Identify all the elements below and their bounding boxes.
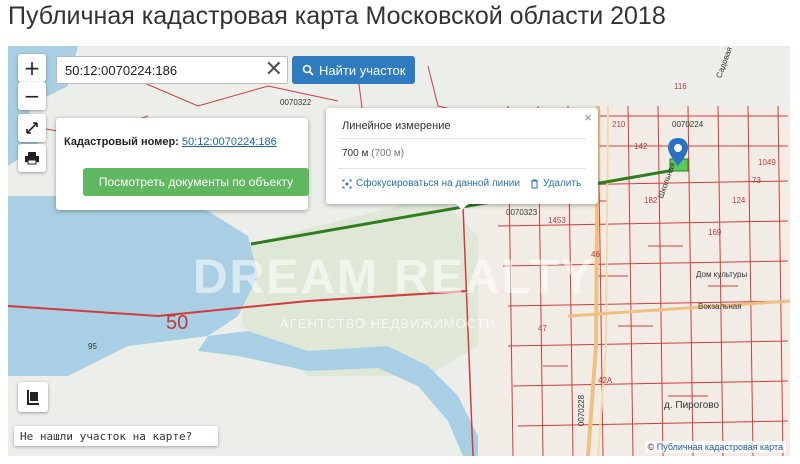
parcel-number: 95 <box>88 342 97 351</box>
parcel-number: 1049 <box>758 158 776 167</box>
watermark-logo: DREAM REALTY <box>193 251 595 304</box>
linear-measure-popup: × Линейное измерение 700 м (700 м) Сфоку… <box>326 108 598 204</box>
zoom-in-button[interactable]: + <box>18 54 46 82</box>
parcel-number: 210 <box>612 120 626 129</box>
cadastral-number-label: Кадастровый номер: <box>64 136 179 148</box>
not-found-link[interactable]: Не нашли участок на карте? <box>14 426 218 446</box>
close-icon[interactable]: × <box>584 110 592 125</box>
layers-icon <box>27 390 39 405</box>
map-attribution: © Публичная кадастровая карта <box>644 441 786 453</box>
distance-detail: (700 м) <box>371 148 405 159</box>
block-label: 0070224 <box>672 120 704 129</box>
block-label: 0070322 <box>280 98 312 107</box>
block-label: 0070323 <box>506 208 538 217</box>
search-box: ✕ <box>56 56 288 84</box>
trash-icon <box>531 179 538 188</box>
parcel-number: 73 <box>752 176 761 185</box>
search-icon <box>302 64 314 76</box>
focus-icon <box>342 179 352 188</box>
watermark-subtitle: АГЕНТСТВО НЕДВИЖИМОСТИ <box>280 316 496 331</box>
divider <box>338 138 586 139</box>
attribution-link[interactable]: Публичная кадастровая карта <box>657 442 783 452</box>
fullscreen-button[interactable] <box>18 114 46 142</box>
parcel-number: 142 <box>634 142 648 151</box>
parcel-number: 1453 <box>548 216 566 225</box>
focus-line-link[interactable]: Сфокусироваться на данной линии <box>342 178 520 189</box>
measure-distance: 700 м (700 м) <box>342 148 404 159</box>
street-label: Вокзальная <box>698 302 742 311</box>
road-number-label: 50 <box>166 312 189 334</box>
popup-pointer <box>454 202 470 210</box>
parcel-number: 124 <box>732 196 746 205</box>
print-button[interactable] <box>18 144 46 172</box>
layers-button[interactable] <box>18 382 48 412</box>
poi-label: Дом культуры <box>696 270 748 279</box>
village-label: д. Пирогово <box>664 400 720 411</box>
parcel-number: 182 <box>644 196 658 205</box>
divider <box>338 168 586 169</box>
cadastral-number-row: Кадастровый номер: 50:12:0070224:186 <box>64 136 277 148</box>
map-view[interactable]: DREAM REALTY АГЕНТСТВО НЕДВИЖИМОСТИ 0070… <box>8 46 790 456</box>
delete-line-link[interactable]: Удалить <box>530 178 581 189</box>
parcel-number: 47 <box>538 324 547 333</box>
parcel-number: 42А <box>598 376 613 385</box>
distance-value: 700 м <box>342 148 369 159</box>
page-title: Публичная кадастровая карта Московской о… <box>8 2 666 30</box>
clear-search-icon[interactable]: ✕ <box>265 59 283 81</box>
parcel-number: 46 <box>591 250 600 259</box>
parcel-number: 116 <box>674 82 687 91</box>
parcel-number: 169 <box>708 228 722 237</box>
cadastral-number-link[interactable]: 50:12:0070224:186 <box>182 136 277 148</box>
parcel-info-popup: Кадастровый номер: 50:12:0070224:186 Пос… <box>56 118 309 210</box>
find-parcel-button[interactable]: Найти участок <box>292 56 416 84</box>
block-label: 0070228 <box>577 394 587 427</box>
zoom-out-button[interactable]: − <box>18 82 46 110</box>
find-parcel-label: Найти участок <box>319 62 406 78</box>
printer-icon <box>25 152 39 165</box>
expand-icon <box>26 122 38 134</box>
measure-title: Линейное измерение <box>342 120 451 132</box>
view-documents-button[interactable]: Посмотреть документы по объекту <box>83 168 309 196</box>
search-input[interactable] <box>57 62 257 78</box>
